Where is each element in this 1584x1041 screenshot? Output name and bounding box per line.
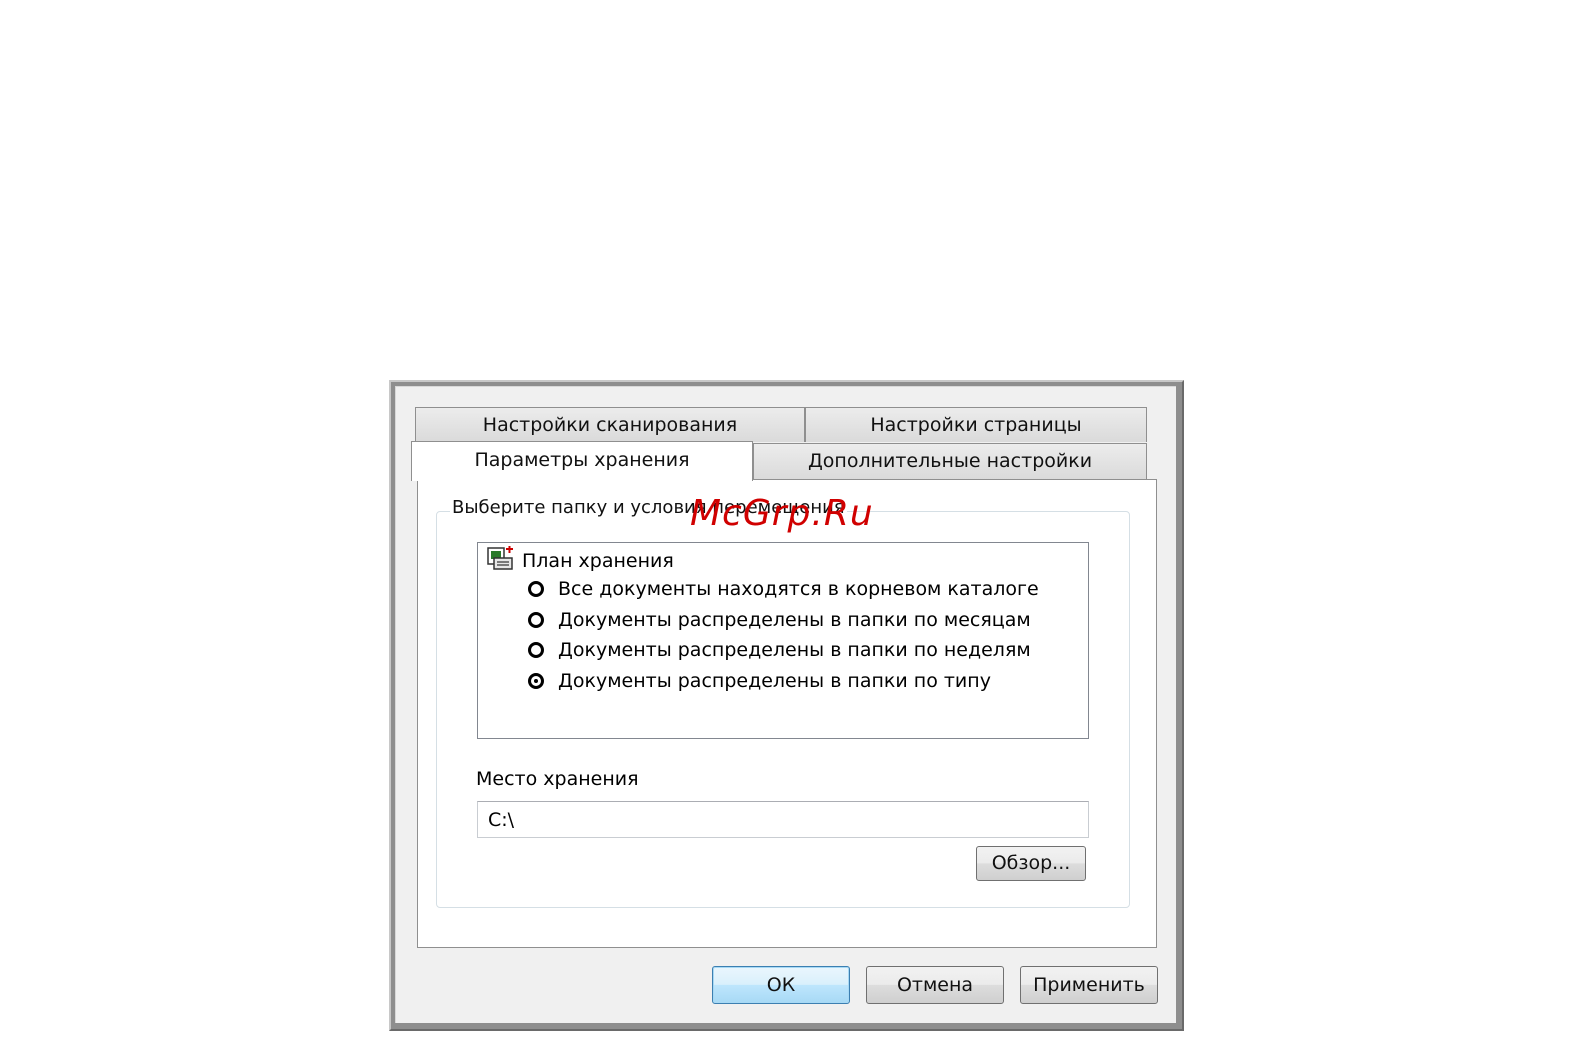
cancel-button[interactable]: Отмена — [866, 966, 1004, 1004]
option-by-week[interactable]: Документы распределены в папки по неделя… — [528, 637, 1031, 663]
tab-page-settings[interactable]: Настройки страницы — [805, 407, 1147, 442]
browse-button[interactable]: Обзор... — [976, 846, 1086, 881]
location-label: Место хранения — [476, 768, 639, 790]
apply-button[interactable]: Применить — [1020, 966, 1158, 1004]
tree-root: План хранения — [486, 546, 674, 576]
option-by-month[interactable]: Документы распределены в папки по месяца… — [528, 607, 1031, 633]
option-by-month-label: Документы распределены в папки по месяца… — [558, 609, 1031, 631]
storage-plan-icon — [486, 546, 516, 576]
storage-plan-tree: План хранения Все документы находятся в … — [477, 542, 1089, 739]
ok-button[interactable]: ОК — [712, 966, 850, 1004]
radio-root-folder[interactable] — [528, 581, 544, 597]
radio-by-month[interactable] — [528, 612, 544, 628]
radio-by-week[interactable] — [528, 642, 544, 658]
option-by-type[interactable]: Документы распределены в папки по типу — [528, 668, 991, 694]
option-by-week-label: Документы распределены в папки по неделя… — [558, 639, 1031, 661]
radio-by-type[interactable] — [528, 673, 544, 689]
location-input[interactable] — [477, 801, 1089, 838]
option-root-folder[interactable]: Все документы находятся в корневом катал… — [528, 576, 1039, 602]
option-root-folder-label: Все документы находятся в корневом катал… — [558, 578, 1039, 600]
storage-options-dialog: Настройки сканирования Настройки страниц… — [389, 380, 1184, 1031]
watermark: McGrp.Ru — [690, 493, 874, 534]
option-by-type-label: Документы распределены в папки по типу — [558, 670, 991, 692]
tree-root-label: План хранения — [522, 550, 674, 572]
tab-advanced-settings[interactable]: Дополнительные настройки — [753, 443, 1147, 480]
tab-panel: Выберите папку и условия перемещения Пла… — [417, 479, 1157, 948]
tab-scan-settings[interactable]: Настройки сканирования — [415, 407, 805, 442]
tab-storage-options[interactable]: Параметры хранения — [411, 441, 753, 481]
